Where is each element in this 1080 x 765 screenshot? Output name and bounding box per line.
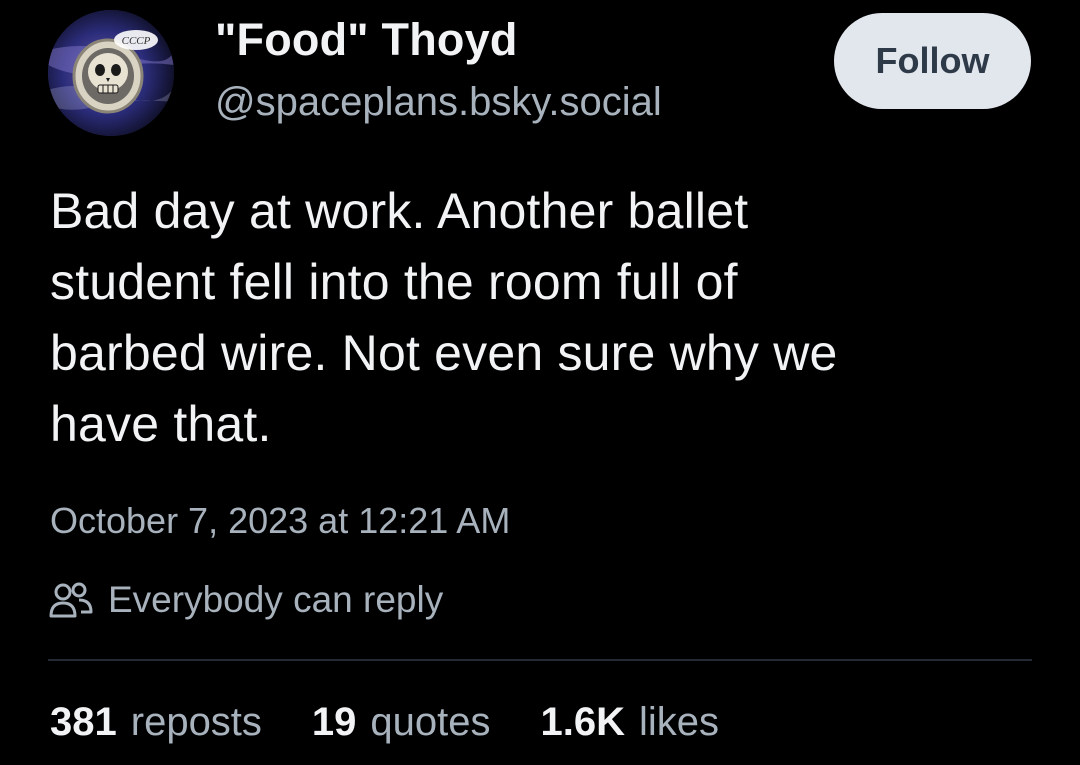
follow-button[interactable]: Follow <box>834 13 1031 109</box>
author-avatar[interactable]: CCCP <box>48 10 174 136</box>
post-stats: 381 reposts 19 quotes 1.6K likes <box>50 700 769 745</box>
stat-label: quotes <box>370 700 491 744</box>
stat-likes[interactable]: 1.6K likes <box>541 700 720 745</box>
stat-count: 19 <box>311 700 357 744</box>
author-handle[interactable]: @spaceplans.bsky.social <box>215 80 662 125</box>
author-display-name[interactable]: "Food" Thoyd <box>215 14 518 66</box>
people-icon <box>48 580 94 620</box>
divider <box>48 659 1032 661</box>
stat-count: 381 <box>50 700 117 744</box>
stat-label: likes <box>639 700 720 744</box>
stat-reposts[interactable]: 381 reposts <box>50 700 262 745</box>
reply-setting-label: Everybody can reply <box>108 579 444 620</box>
stat-quotes[interactable]: 19 quotes <box>312 700 491 745</box>
stat-count: 1.6K <box>540 700 626 744</box>
astronaut-skull-avatar-icon: CCCP <box>48 10 174 136</box>
stat-label: reposts <box>130 700 262 744</box>
reply-setting: Everybody can reply <box>48 575 443 625</box>
post-timestamp[interactable]: October 7, 2023 at 12:21 AM <box>50 500 510 542</box>
avatar-badge-text: CCCP <box>122 35 151 47</box>
post-text: Bad day at work. Another ballet student … <box>50 183 838 452</box>
post-card: CCCP "Food" Thoyd @spaceplans.bsky.socia… <box>0 0 1080 765</box>
